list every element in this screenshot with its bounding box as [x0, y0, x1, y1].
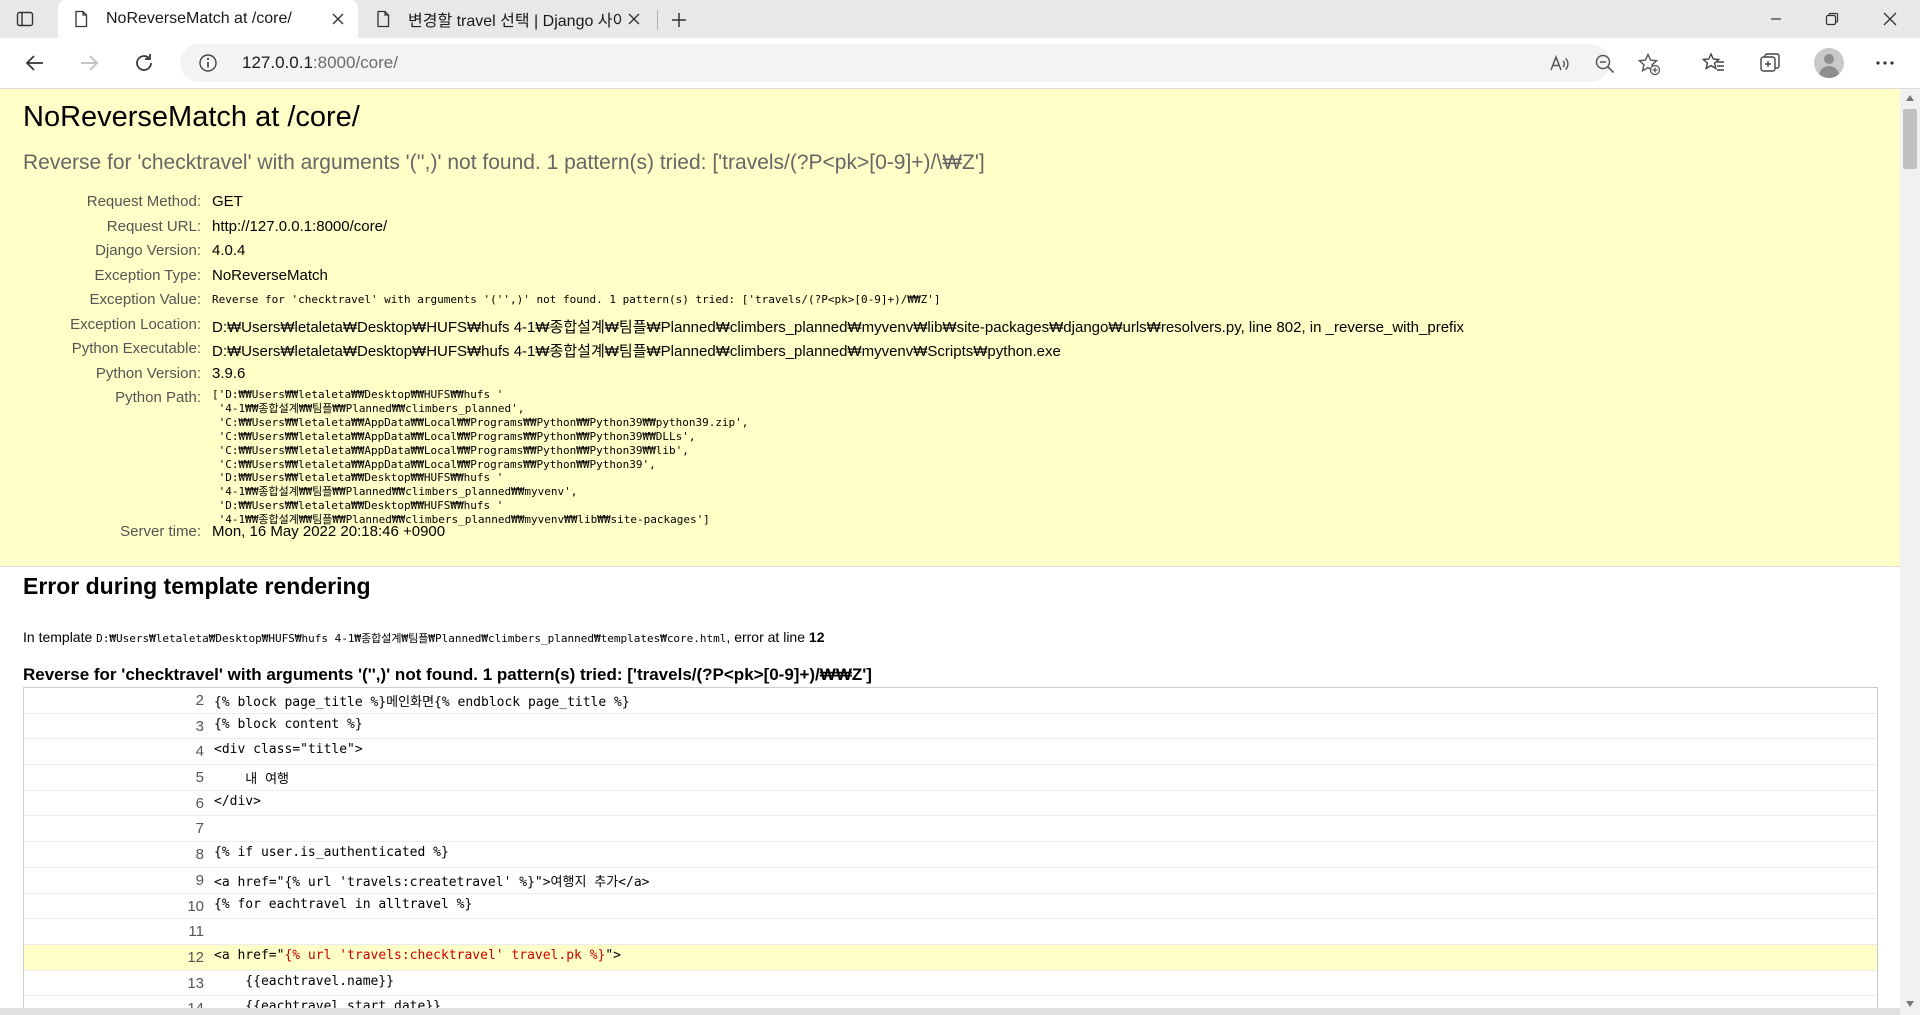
- horizontal-scrollbar[interactable]: [0, 1008, 1900, 1015]
- scroll-up-icon[interactable]: [1905, 93, 1915, 103]
- source-line-error: 12 <a href="{% url 'travels:checktravel' …: [24, 944, 1877, 971]
- zoom-out-icon[interactable]: [1592, 51, 1618, 77]
- url-text: 127.0.0.1:8000/core/: [242, 53, 398, 72]
- source-line: 8 {% if user.is_authenticated %}: [24, 842, 1877, 868]
- minimize-button[interactable]: [1748, 0, 1804, 38]
- tab-inactive[interactable]: 변경할 travel 선택 | Django 사이: [360, 0, 654, 38]
- close-window-button[interactable]: [1862, 0, 1918, 38]
- url-field[interactable]: 127.0.0.1:8000/core/: [180, 44, 1661, 82]
- source-line: 13 {{eachtravel.name}}: [24, 971, 1877, 997]
- more-options-icon[interactable]: [1871, 49, 1899, 77]
- page-title: NoReverseMatch at /core/: [23, 101, 360, 133]
- source-line: 11: [24, 919, 1877, 945]
- add-favorite-icon[interactable]: [1636, 51, 1662, 77]
- tab-strip: NoReverseMatch at /core/ 변경할 travel 선택 |…: [0, 0, 1920, 39]
- avatar[interactable]: [1814, 48, 1844, 78]
- section-heading: Error during template rendering: [23, 573, 371, 599]
- scroll-down-icon[interactable]: [1905, 999, 1915, 1009]
- close-tab-icon[interactable]: [622, 7, 646, 31]
- template-path: D:₩Users₩letaleta₩Desktop₩HUFS₩hufs 4-1₩…: [96, 632, 727, 645]
- python-path-value: ['D:₩₩Users₩₩letaleta₩₩Desktop₩₩HUFS₩₩hu…: [212, 388, 749, 527]
- favorites-icon[interactable]: [1700, 49, 1728, 77]
- exception-heading: Reverse for 'checktravel' with arguments…: [23, 151, 985, 174]
- new-tab-button[interactable]: [666, 7, 692, 33]
- source-table: 2 {% block page_title %}메인화면{% endblock p…: [23, 687, 1878, 1015]
- back-button[interactable]: [21, 49, 49, 77]
- restore-button[interactable]: [1804, 0, 1860, 38]
- page-viewport: NoReverseMatch at /core/ Reverse for 'ch…: [0, 89, 1900, 1015]
- tab-active[interactable]: NoReverseMatch at /core/: [58, 0, 358, 38]
- template-error-section: Error during template rendering In templ…: [0, 567, 1900, 1015]
- tab-title: NoReverseMatch at /core/: [106, 10, 292, 27]
- collections-icon[interactable]: [1756, 49, 1784, 77]
- close-tab-icon[interactable]: [326, 7, 350, 31]
- source-line: 5 내 여행: [24, 765, 1877, 791]
- tab-separator: [657, 10, 658, 30]
- source-line: 10 {% for eachtravel in alltravel %}: [24, 894, 1877, 920]
- tab-actions-icon[interactable]: [14, 8, 36, 30]
- source-line: 3 {% block content %}: [24, 714, 1877, 740]
- address-bar: 127.0.0.1:8000/core/: [0, 38, 1920, 89]
- refresh-button[interactable]: [130, 49, 158, 77]
- read-aloud-icon[interactable]: [1546, 51, 1572, 77]
- source-line: 4 <div class="title">: [24, 739, 1877, 766]
- template-error-message: Reverse for 'checktravel' with arguments…: [23, 665, 872, 684]
- vertical-scrollbar[interactable]: [1900, 89, 1920, 1015]
- tab-title: 변경할 travel 선택 | Django 사이: [408, 13, 622, 30]
- document-icon: [377, 10, 390, 28]
- forward-button[interactable]: [75, 49, 103, 77]
- error-line-number: 12: [808, 629, 825, 645]
- template-location: In template D:₩Users₩letaleta₩Desktop₩HU…: [23, 629, 825, 645]
- source-line: 9 <a href="{% url 'travels:createtravel' …: [24, 868, 1877, 894]
- document-icon: [75, 10, 88, 28]
- source-line: 7: [24, 816, 1877, 843]
- scrollbar-thumb[interactable]: [1903, 109, 1917, 169]
- info-icon[interactable]: [198, 53, 218, 73]
- source-line: 2 {% block page_title %}메인화면{% endblock p…: [24, 688, 1877, 714]
- source-line: 6 </div>: [24, 791, 1877, 817]
- error-highlight: {% url 'travels:checktravel' travel.pk %…: [284, 947, 606, 963]
- error-summary: NoReverseMatch at /core/ Reverse for 'ch…: [0, 89, 1900, 567]
